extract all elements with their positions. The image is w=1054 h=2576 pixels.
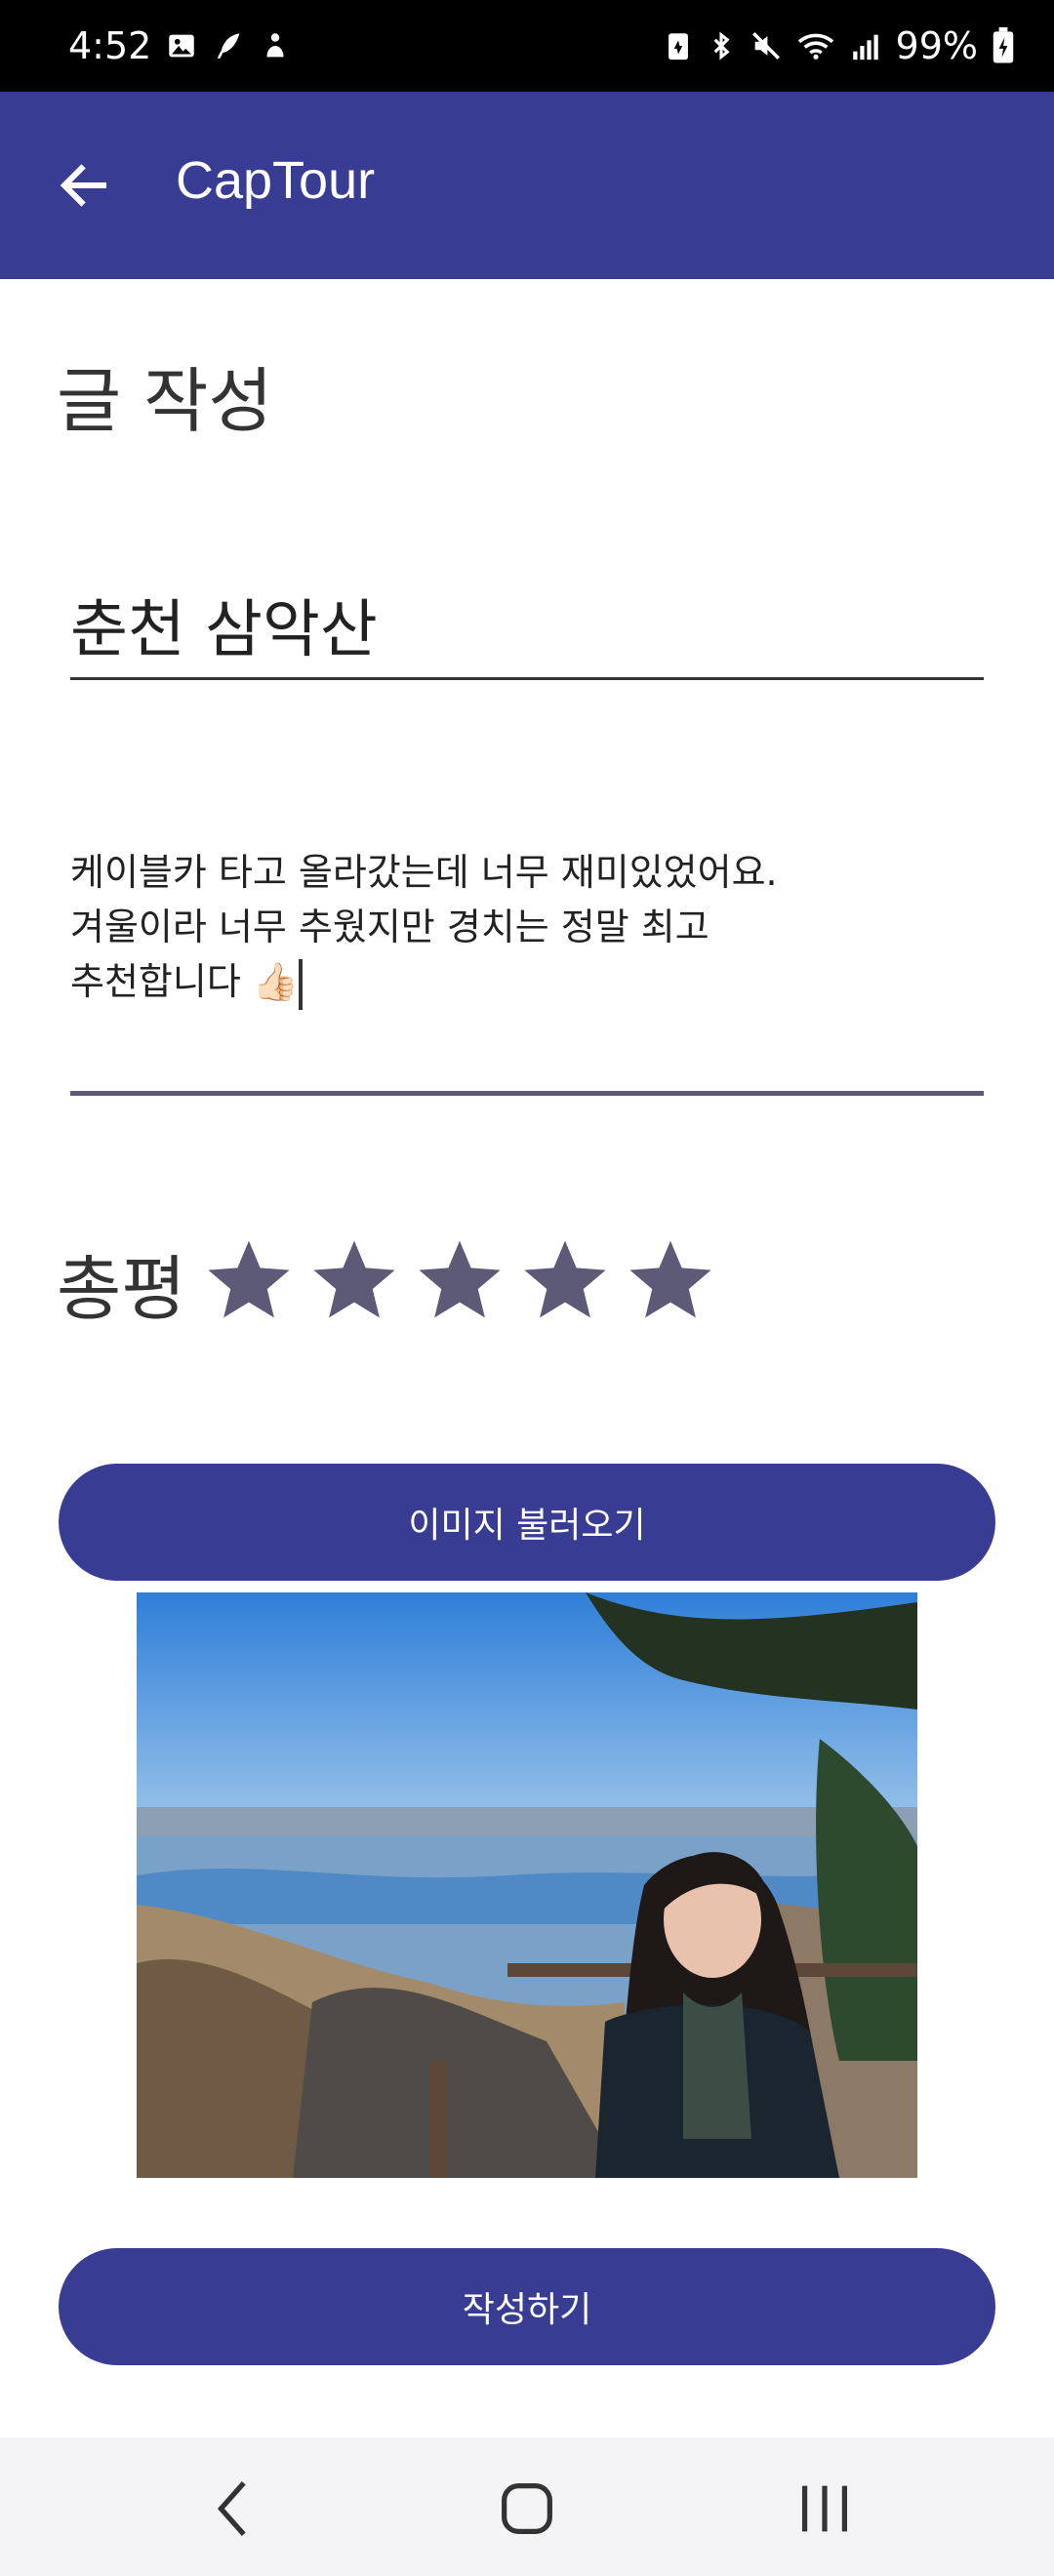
star-icon[interactable] [627,1235,714,1323]
star-icon[interactable] [521,1235,609,1323]
app-bar: CapTour [0,92,1054,279]
rating-stars[interactable] [205,1235,714,1323]
load-image-button[interactable]: 이미지 불러오기 [59,1464,995,1581]
bluetooth-icon [713,31,730,60]
signal-icon [852,34,878,60]
battery-icon [993,27,1014,63]
star-icon[interactable] [310,1235,398,1323]
content-text: 케이블카 타고 올라갔는데 너무 재미있었어요. 겨울이라 너무 추웠지만 경치… [70,851,778,1003]
rating-label: 총평 [57,1248,186,1330]
photo-image [137,1592,917,2178]
title-field[interactable]: 춘천 삼악산 [70,584,984,680]
status-bar: 4:52 99% [0,0,1054,92]
chevron-left-icon[interactable] [201,2475,269,2543]
recents-icon[interactable] [790,2475,859,2543]
system-nav-bar [0,2437,1054,2576]
wifi-icon [797,33,833,60]
battery-percent: 99% [895,24,978,67]
status-right: 99% [664,24,1015,67]
page-title: 글 작성 [57,360,273,442]
image-icon [169,34,195,58]
uploaded-photo [137,1592,917,2178]
status-left: 4:52 [68,24,292,67]
content-field[interactable]: 케이블카 타고 올라갔는데 너무 재미있었어요. 겨울이라 너무 추웠지만 경치… [70,845,984,1096]
star-icon[interactable] [205,1235,293,1323]
star-icon[interactable] [416,1235,504,1323]
arrow-left-icon[interactable] [55,156,113,215]
app-title: CapTour [176,151,376,210]
submit-button[interactable]: 작성하기 [59,2248,995,2365]
notification-icon [266,33,284,58]
status-time: 4:52 [68,24,152,67]
mute-icon [751,31,780,60]
home-square-icon[interactable] [493,2475,561,2543]
text-cursor [299,958,304,1010]
feather-icon [218,33,240,59]
battery-saver-icon [668,33,688,60]
